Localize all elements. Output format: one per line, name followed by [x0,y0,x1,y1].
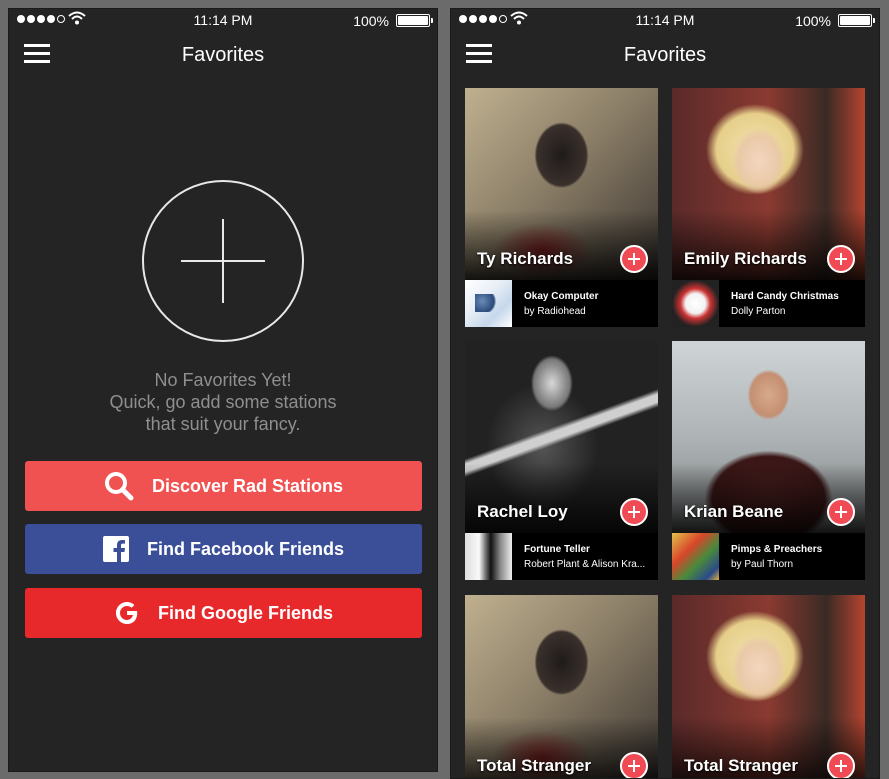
profile-photo: Rachel Loy [465,341,658,533]
discover-button-label: Discover Rad Stations [151,475,344,496]
facebook-button-label: Find Facebook Friends [146,538,345,559]
track-title: Okay Computer [524,290,599,302]
favorite-card[interactable]: Total Stranger [672,595,865,778]
track-artist: by Paul Thorn [731,558,794,570]
add-icon[interactable] [620,245,648,273]
person-name: Krian Beane [684,502,784,521]
profile-photo: Krian Beane [672,341,865,533]
profile-photo: Total Stranger [465,595,658,778]
person-name: Total Stranger [477,756,591,775]
battery-percent: 100% [353,13,389,29]
find-google-friends-button[interactable]: Find Google Friends [25,588,422,638]
add-icon[interactable] [620,498,648,526]
album-art [465,280,512,327]
profile-photo: Ty Richards [465,88,658,280]
favorite-card[interactable]: Ty Richards Okay Computer by Radiohead [465,88,658,327]
add-icon[interactable] [827,752,855,778]
empty-state-message: No Favorites Yet! Quick, go add some sta… [9,369,437,435]
track-title: Fortune Teller [524,543,590,555]
person-name: Rachel Loy [477,502,568,521]
album-art [465,533,512,580]
battery-icon [396,14,433,27]
empty-subtext-line2: that suit your fancy. [145,414,301,434]
now-playing[interactable]: Fortune Teller Robert Plant & Alison Kra… [465,533,658,580]
favorites-list-screen: 11:14 PM 100% Favorites Ty Richards Okay… [450,8,880,779]
facebook-icon [102,536,129,562]
person-name: Total Stranger [684,756,798,775]
person-name: Emily Richards [684,249,807,268]
battery-percent: 100% [795,13,831,29]
page-title: Favorites [181,44,265,66]
status-bar: 11:14 PM 100% [9,9,437,31]
find-facebook-friends-button[interactable]: Find Facebook Friends [25,524,422,574]
album-art [672,533,719,580]
google-button-label: Find Google Friends [158,602,333,623]
search-icon [104,471,134,501]
now-playing[interactable]: Okay Computer by Radiohead [465,280,658,327]
empty-subtext-line1: Quick, go add some stations [109,392,337,412]
track-artist: by Radiohead [524,305,586,317]
status-bar: 11:14 PM 100% [451,9,879,31]
add-favorite-icon[interactable] [142,180,304,342]
empty-heading: No Favorites Yet! [154,370,292,390]
now-playing[interactable]: Hard Candy Christmas Dolly Parton [672,280,865,327]
add-icon[interactable] [827,245,855,273]
now-playing[interactable]: Pimps & Preachers by Paul Thorn [672,533,865,580]
track-title: Pimps & Preachers [731,543,823,555]
track-artist: Dolly Parton [731,305,786,317]
favorite-card[interactable]: Emily Richards Hard Candy Christmas Doll… [672,88,865,327]
add-icon[interactable] [827,498,855,526]
track-artist: Robert Plant & Alison Kra... [524,558,646,570]
profile-photo: Total Stranger [672,595,865,778]
favorite-card[interactable]: Rachel Loy Fortune Teller Robert Plant &… [465,341,658,580]
profile-photo: Emily Richards [672,88,865,280]
favorite-card[interactable]: Total Stranger [465,595,658,778]
battery-icon [838,14,875,27]
add-icon[interactable] [620,752,648,778]
favorites-empty-screen: 11:14 PM 100% Favorites No Favorites Yet… [8,8,438,772]
favorite-card[interactable]: Krian Beane Pimps & Preachers by Paul Th… [672,341,865,580]
discover-stations-button[interactable]: Discover Rad Stations [25,461,422,511]
person-name: Ty Richards [477,249,574,268]
google-icon [114,600,140,626]
track-title: Hard Candy Christmas [731,290,839,302]
album-art [672,280,719,327]
page-title: Favorites [623,44,707,66]
